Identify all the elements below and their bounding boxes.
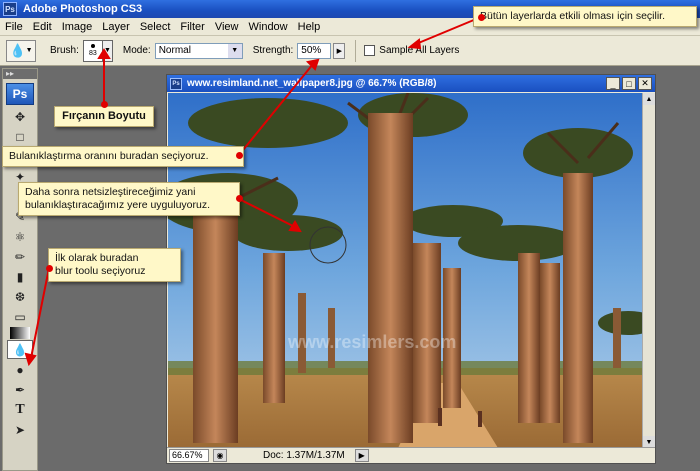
options-separator xyxy=(355,39,357,62)
marker-dot xyxy=(101,101,108,108)
marquee-icon[interactable]: □ xyxy=(7,127,33,146)
eraser-icon[interactable]: ▭ xyxy=(7,307,33,326)
callout-apply-line2: bulanıklaştıracağımız yere uyguluyoruz. xyxy=(25,199,211,211)
menu-help[interactable]: Help xyxy=(293,21,326,33)
maximize-button[interactable]: □ xyxy=(622,77,636,90)
history-brush-icon[interactable]: ❆ xyxy=(7,287,33,306)
callout-brush-size-text: Fırçanın Boyutu xyxy=(62,110,146,122)
marker-dot xyxy=(478,14,485,21)
strength-input[interactable]: 50% xyxy=(297,42,332,59)
photoshop-doc-icon: Ps xyxy=(170,77,182,90)
document-title: www.resimland.net_wallpaper8.jpg @ 66.7%… xyxy=(187,78,437,89)
strength-label: Strength: xyxy=(252,45,294,56)
vertical-scrollbar[interactable]: ▲ ▼ xyxy=(642,93,655,448)
menu-filter[interactable]: Filter xyxy=(175,21,209,33)
callout-strength-text: Bulanıklaştırma oranını buradan seçiyoru… xyxy=(9,150,209,162)
brush-picker[interactable]: 83 xyxy=(82,39,103,62)
brush-icon[interactable]: ✏ xyxy=(7,247,33,266)
callout-sample-all-text: Bütün layerlarda etkili olması için seçi… xyxy=(480,10,665,22)
mode-select[interactable]: Normal ▼ xyxy=(154,42,243,59)
menu-view[interactable]: View xyxy=(210,21,244,33)
tool-options-bar: 💧 ▼ Brush: 83 ▼ Mode: Normal ▼ Strength:… xyxy=(0,36,700,66)
callout-tool-line1: İlk olarak buradan xyxy=(55,252,139,264)
status-menu-icon[interactable]: ◉ xyxy=(213,449,227,462)
watermark-text: www.resimlers.com xyxy=(287,332,456,352)
mode-value: Normal xyxy=(158,45,191,56)
marker-dot xyxy=(46,265,53,272)
type-icon[interactable]: T xyxy=(7,400,33,419)
toolbox-grip[interactable]: ▸▸ xyxy=(3,69,37,79)
menu-edit[interactable]: Edit xyxy=(28,21,57,33)
brush-label: Brush: xyxy=(50,45,79,56)
scroll-up-icon[interactable]: ▲ xyxy=(643,93,655,105)
path-select-icon[interactable]: ➤ xyxy=(7,420,33,439)
callout-sample-all-layers: Bütün layerlarda etkili olması için seçi… xyxy=(473,6,697,27)
menu-layer[interactable]: Layer xyxy=(97,21,135,33)
callout-blur-tool: İlk olarak buradan blur toolu seçiyoruz xyxy=(48,248,181,282)
app-title: Adobe Photoshop CS3 xyxy=(23,3,143,15)
brush-size-value: 83 xyxy=(89,50,97,57)
chevron-down-icon: ▼ xyxy=(25,47,33,54)
stamp-icon[interactable]: ▮ xyxy=(7,267,33,286)
strength-slider-button[interactable]: ▶ xyxy=(333,42,346,59)
brush-tip-icon xyxy=(90,44,95,48)
menu-image[interactable]: Image xyxy=(57,21,98,33)
menu-file[interactable]: File xyxy=(0,21,28,33)
move-icon[interactable]: ✥ xyxy=(7,107,33,126)
pen-icon[interactable]: ✒ xyxy=(7,380,33,399)
brush-picker-arrow[interactable]: ▼ xyxy=(102,39,113,62)
marker-dot xyxy=(236,152,243,159)
healing-icon[interactable]: ⚛ xyxy=(7,227,33,246)
close-button[interactable]: ✕ xyxy=(638,77,652,90)
gradient-icon[interactable] xyxy=(10,327,30,339)
dodge-icon[interactable]: ● xyxy=(7,360,33,379)
blur-icon[interactable]: 💧 xyxy=(7,340,33,359)
chevron-down-icon: ▼ xyxy=(227,43,242,58)
blur-drop-icon: 💧 xyxy=(9,42,26,58)
tool-preset-picker[interactable]: 💧 ▼ xyxy=(6,39,36,62)
callout-brush-size: Fırçanın Boyutu xyxy=(54,106,154,127)
menu-select[interactable]: Select xyxy=(135,21,176,33)
sample-all-layers-label: Sample All Layers xyxy=(379,45,460,56)
toolbox: ▸▸ Ps ✥ □ ➰ ✦ ⌜ ✎ ⚛ ✏ ▮ ❆ ▭ 💧 ● ✒ T ➤ xyxy=(2,68,38,471)
mode-label: Mode: xyxy=(122,45,151,56)
sample-all-layers-checkbox[interactable] xyxy=(364,45,376,56)
photoshop-app-icon: Ps xyxy=(3,2,17,16)
status-arrow-icon[interactable]: ▶ xyxy=(354,449,369,462)
doc-size-info: Doc: 1.37M/1.37M xyxy=(263,450,345,461)
callout-tool-line2: blur toolu seçiyoruz xyxy=(55,265,146,277)
document-statusbar: 66.67% ◉ Doc: 1.37M/1.37M ▶ xyxy=(167,447,655,463)
callout-strength: Bulanıklaştırma oranını buradan seçiyoru… xyxy=(2,146,244,167)
callout-apply-area: Daha sonra netsizleştireceğimiz yani bul… xyxy=(18,182,240,216)
callout-apply-line1: Daha sonra netsizleştireceğimiz yani xyxy=(25,186,196,198)
document-window: Ps www.resimland.net_wallpaper8.jpg @ 66… xyxy=(166,74,656,464)
minimize-button[interactable]: _ xyxy=(606,77,620,90)
zoom-field[interactable]: 66.67% xyxy=(169,449,209,462)
marker-dot xyxy=(236,195,243,202)
document-titlebar[interactable]: Ps www.resimland.net_wallpaper8.jpg @ 66… xyxy=(167,75,655,92)
menu-window[interactable]: Window xyxy=(244,21,293,33)
photoshop-logo[interactable]: Ps xyxy=(6,83,34,105)
